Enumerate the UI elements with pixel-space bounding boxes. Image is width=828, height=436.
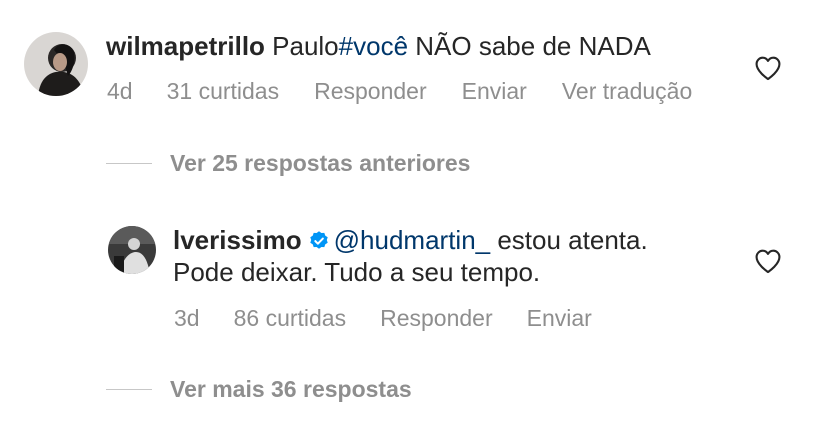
comment-1-translate-button[interactable]: Ver tradução <box>562 78 692 105</box>
view-more-replies-button[interactable]: Ver mais 36 respostas <box>106 376 412 403</box>
avatar-wilmapetrillo[interactable] <box>24 32 88 96</box>
comment-2-text-line1: estou atenta. <box>490 225 648 255</box>
view-previous-replies-button[interactable]: Ver 25 respostas anteriores <box>106 150 470 177</box>
comment-2-reply-button[interactable]: Responder <box>380 305 493 332</box>
comment-2-like-heart-icon[interactable] <box>754 248 782 274</box>
comment-2-likes-link[interactable]: 86 curtidas <box>234 305 347 332</box>
comment-1-text-tail: NÃO sabe de NADA <box>408 31 651 61</box>
comment-1-send-button[interactable]: Enviar <box>462 78 527 105</box>
comment-1-hashtag-link[interactable]: #você <box>339 31 408 61</box>
comment-2-mention-link[interactable]: @hudmartin_ <box>334 225 490 255</box>
replies-divider-line <box>106 388 152 391</box>
comment-1-username[interactable]: wilmapetrillo <box>106 31 265 61</box>
comment-2-send-button[interactable]: Enviar <box>527 305 592 332</box>
comment-1-likes-link[interactable]: 31 curtidas <box>167 78 280 105</box>
replies-divider-line <box>106 162 152 165</box>
comment-2-body: lverissimo @hudmartin_ estou atenta. Pode … <box>173 224 733 288</box>
comment-1-reply-button[interactable]: Responder <box>314 78 427 105</box>
view-more-replies-label: Ver mais 36 respostas <box>170 376 412 402</box>
comment-2-text-line2: Pode deixar. Tudo a seu tempo. <box>173 257 541 287</box>
verified-badge-icon <box>309 231 328 249</box>
avatar-lverissimo[interactable] <box>108 226 156 274</box>
comment-1-text: Paulo <box>264 31 339 61</box>
comment-2-actions: 3d 86 curtidas Responder Enviar <box>174 305 592 332</box>
comment-1-timestamp: 4d <box>107 78 133 104</box>
comment-2-timestamp: 3d <box>174 305 200 331</box>
comment-1-like-heart-icon[interactable] <box>754 55 782 81</box>
comment-2-username[interactable]: lverissimo <box>173 225 302 255</box>
comment-1-body: wilmapetrillo Paulo#você NÃO sabe de NAD… <box>106 30 746 62</box>
view-previous-replies-label: Ver 25 respostas anteriores <box>170 150 471 176</box>
comment-1-actions: 4d 31 curtidas Responder Enviar Ver trad… <box>107 78 692 105</box>
